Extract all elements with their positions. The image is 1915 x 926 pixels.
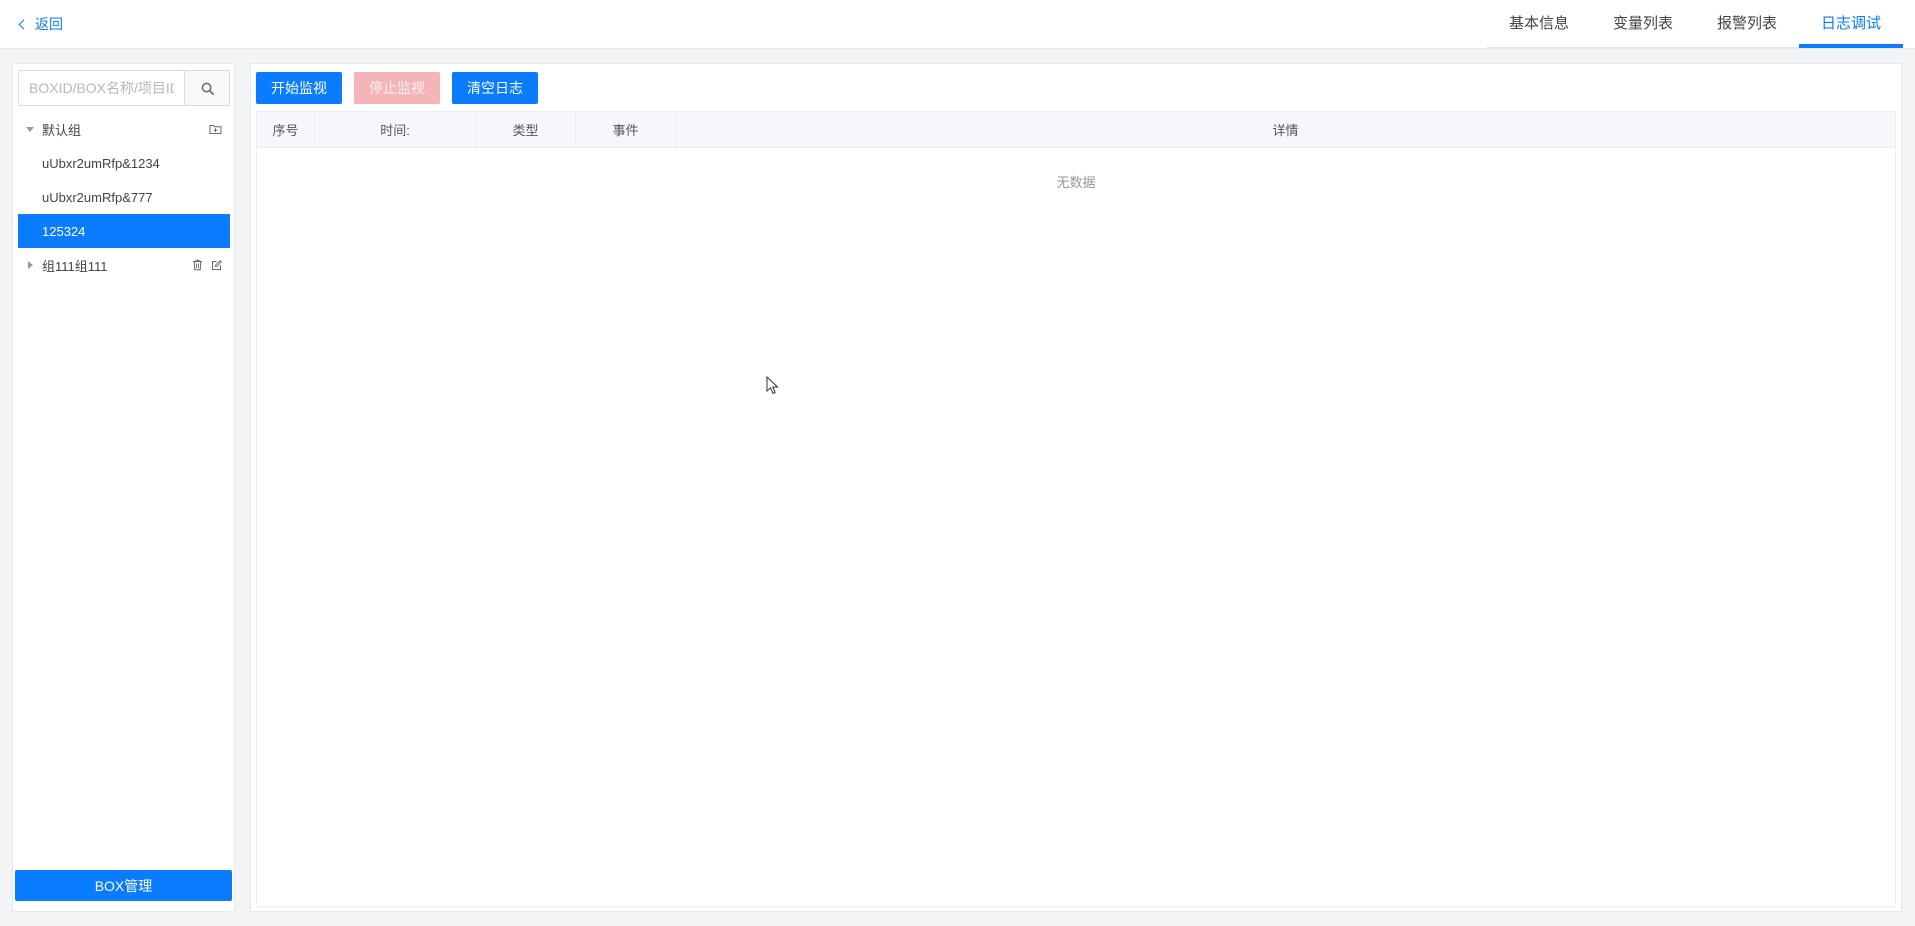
box-sidebar: 默认组 uUbxr2umRfp&1234 uUbxr2umRfp&777 125…: [12, 63, 235, 912]
clear-log-button[interactable]: 清空日志: [452, 72, 538, 104]
group-tree: 默认组 uUbxr2umRfp&1234 uUbxr2umRfp&777 125…: [18, 112, 230, 282]
search-icon: [201, 82, 214, 95]
tree-group-111[interactable]: 组111组111: [18, 248, 230, 282]
tab-label: 变量列表: [1612, 14, 1673, 32]
tab-log-debug[interactable]: 日志调试: [1798, 0, 1904, 48]
table-header: 序号 时间: 类型 事件 详情: [257, 112, 1895, 148]
caret-down-icon[interactable]: [18, 126, 42, 132]
tree-item-label: uUbxr2umRfp&777: [42, 189, 153, 205]
column-header-type[interactable]: 类型: [476, 112, 576, 147]
edit-icon[interactable]: [211, 259, 222, 271]
tab-alarm-list[interactable]: 报警列表: [1695, 0, 1799, 44]
log-toolbar: 开始监视 停止监视 清空日志: [256, 72, 538, 104]
tab-label: 日志调试: [1820, 14, 1881, 32]
log-panel: 开始监视 停止监视 清空日志 序号 时间: 类型 事件 详情 无数据: [250, 63, 1902, 912]
tree-item-selected[interactable]: 125324: [18, 214, 230, 248]
tree-item[interactable]: uUbxr2umRfp&777: [18, 180, 230, 214]
stop-monitor-button[interactable]: 停止监视: [354, 72, 440, 104]
log-table: 序号 时间: 类型 事件 详情 无数据: [256, 111, 1896, 907]
tree-group-default[interactable]: 默认组: [18, 112, 230, 146]
search-input[interactable]: [19, 71, 184, 105]
tab-bar: 基本信息 变量列表 报警列表 日志调试: [1486, 0, 1904, 48]
group-label: 默认组: [42, 122, 82, 138]
tab-label: 报警列表: [1716, 14, 1777, 32]
tab-variable-list[interactable]: 变量列表: [1591, 0, 1695, 44]
group-label: 组111组111: [42, 258, 108, 274]
empty-state-text: 无数据: [1056, 175, 1096, 190]
mouse-cursor-icon: [766, 376, 779, 395]
start-monitor-button[interactable]: 开始监视: [256, 72, 342, 104]
tab-label: 基本信息: [1508, 14, 1569, 32]
back-link[interactable]: 返回: [18, 14, 63, 34]
column-header-event[interactable]: 事件: [576, 112, 676, 147]
tab-basic-info[interactable]: 基本信息: [1487, 0, 1591, 44]
column-header-detail[interactable]: 详情: [676, 112, 1895, 147]
add-folder-icon[interactable]: [209, 123, 222, 135]
box-management-button[interactable]: BOX管理: [15, 870, 232, 901]
column-header-time[interactable]: 时间:: [315, 112, 476, 147]
search-box: [18, 70, 230, 106]
trash-icon[interactable]: [192, 259, 203, 271]
back-label: 返回: [35, 16, 63, 32]
tree-item-label: uUbxr2umRfp&1234: [42, 155, 160, 171]
tree-item-label: 125324: [42, 223, 86, 239]
top-header: 返回 基本信息 变量列表 报警列表 日志调试: [0, 0, 1915, 49]
chevron-left-icon: [18, 19, 29, 29]
tree-item[interactable]: uUbxr2umRfp&1234: [18, 146, 230, 180]
column-header-index[interactable]: 序号: [257, 112, 315, 147]
caret-right-icon[interactable]: [18, 261, 42, 269]
search-button[interactable]: [184, 71, 229, 105]
